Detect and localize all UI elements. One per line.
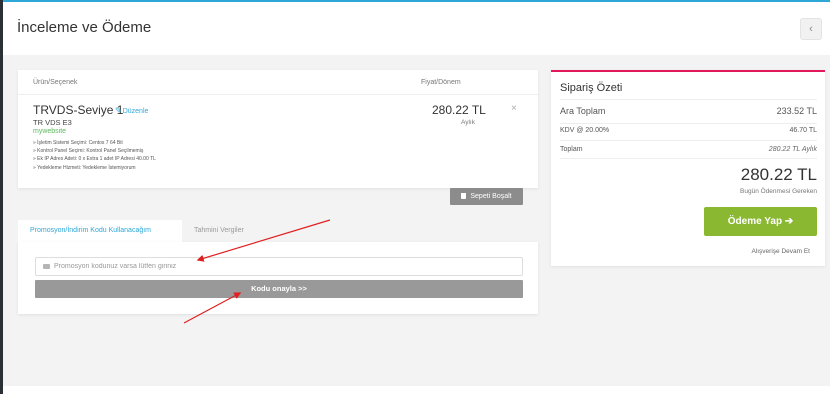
total-due-caption: Bugün Ödenmesi Gereken [740, 188, 817, 195]
promo-code-input[interactable] [54, 259, 514, 274]
order-summary: Sipariş Özeti Ara Toplam 233.52 TL KDV @… [551, 70, 825, 266]
product-name: TRVDS-Seviye 1 [33, 103, 124, 117]
promo-tabs: Promosyon/İndirim Kodu Kullanacağım Tahm… [18, 220, 538, 242]
tax-label: KDV @ 20.00% [560, 127, 610, 134]
total-value: 280.22 TL Aylık [768, 146, 817, 153]
tax-value: 46.70 TL [789, 127, 817, 134]
footer-band [3, 386, 830, 394]
subtotal-value: 233.52 TL [776, 106, 817, 116]
back-chevron-icon[interactable]: ‹ [800, 18, 822, 40]
cart-table: Ürün/Seçenek Fiyat/Dönem TRVDS-Seviye 1 … [18, 70, 538, 188]
summary-divider [560, 158, 817, 159]
total-row: Toplam 280.22 TL Aylık [560, 146, 817, 153]
item-price: 280.22 TL [432, 103, 486, 117]
tax-row: KDV @ 20.00% 46.70 TL [560, 127, 817, 134]
continue-shopping-link[interactable]: Alışverişe Devam Et [751, 248, 810, 255]
empty-cart-button[interactable]: Sepeti Boşalt [450, 188, 523, 205]
summary-divider [560, 99, 817, 100]
pencil-icon: ✎ [115, 106, 122, 115]
total-due-amount: 280.22 TL [740, 165, 817, 184]
empty-cart-label: Sepeti Boşalt [470, 193, 512, 200]
page-title: İnceleme ve Ödeme [17, 19, 152, 36]
summary-divider [560, 140, 817, 141]
summary-divider [560, 123, 817, 124]
config-list: » İşletim Sistemi Seçimi: Centos 7 64 Bi… [33, 139, 156, 172]
total-label: Toplam [560, 146, 583, 153]
cart-divider [18, 94, 538, 95]
config-item: » Ek IP Adres Adeti: 0 x Extra 1 adet IP… [33, 156, 156, 163]
page-frame: İnceleme ve Ödeme ‹ Ürün/Seçenek Fiyat/D… [3, 2, 830, 394]
tab-promo-code[interactable]: Promosyon/İndirim Kodu Kullanacağım [18, 220, 182, 242]
column-header-product: Ürün/Seçenek [33, 79, 78, 86]
remove-item-icon[interactable]: × [511, 103, 517, 114]
promo-input-wrapper [35, 257, 523, 276]
product-subtitle: TR VDS E3 [33, 118, 72, 127]
ticket-icon [43, 264, 50, 269]
config-item: » Yedekleme Hizmeti: Yedekleme İstemiyor… [33, 164, 136, 171]
page-header: İnceleme ve Ödeme ‹ [3, 2, 830, 55]
order-summary-title: Sipariş Özeti [560, 82, 623, 94]
edit-link[interactable]: ✎Düzenle [115, 106, 148, 115]
column-header-price: Fiyat/Dönem [421, 79, 461, 86]
config-item: » Kontrol Panel Seçimi: Kontrol Panel Se… [33, 148, 144, 155]
subtotal-label: Ara Toplam [560, 106, 606, 116]
subtotal-row: Ara Toplam 233.52 TL [560, 106, 817, 116]
trash-icon [461, 193, 467, 199]
product-domain: mywebsite [33, 128, 67, 135]
validate-code-button[interactable]: Kodu onayla >> [35, 280, 523, 298]
item-billing-cycle: Aylık [461, 119, 475, 126]
tab-estimated-taxes[interactable]: Tahmini Vergiler [182, 220, 256, 242]
edit-link-label: Düzenle [122, 108, 149, 115]
checkout-button[interactable]: Ödeme Yap ➔ [704, 207, 817, 236]
promo-panel: Kodu onayla >> [18, 242, 538, 314]
config-item: » İşletim Sistemi Seçimi: Centos 7 64 Bi… [33, 140, 123, 146]
